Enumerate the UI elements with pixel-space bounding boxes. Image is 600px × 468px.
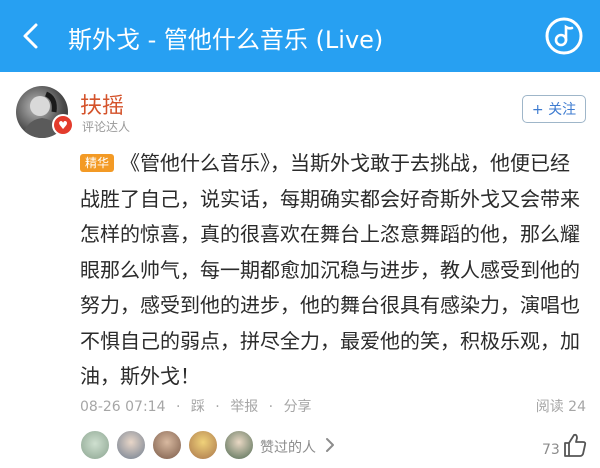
separator: · xyxy=(215,399,220,415)
comment-meta: 08-26 07:14 · 踩 · 举报 · 分享 xyxy=(80,396,318,416)
liker-avatar[interactable] xyxy=(188,430,218,460)
featured-tag: 精华 xyxy=(80,154,115,172)
comment-body: 精华 《管他什么音乐》，当斯外戈敢于去挑战，他便已经战胜了自己，说实话，每期确实都… xyxy=(80,146,586,395)
dislike-button[interactable]: 踩 xyxy=(191,399,205,415)
liker-avatar[interactable] xyxy=(80,430,110,460)
like-count: 73 xyxy=(542,442,560,458)
liker-avatar[interactable] xyxy=(116,430,146,460)
read-count: 阅读 24 xyxy=(535,399,586,415)
thumbs-up-icon[interactable] xyxy=(562,432,588,458)
liker-avatar[interactable] xyxy=(152,430,182,460)
chevron-right-icon[interactable] xyxy=(323,436,337,454)
user-role-badge: 评论达人 xyxy=(82,120,131,134)
liked-by-label[interactable]: 赞过的人 xyxy=(260,437,316,457)
comment-text: 《管他什么音乐》，当斯外戈敢于去挑战，他便已经战胜了自己，说实话，每期确实都会好… xyxy=(80,151,580,388)
page-title: 斯外戈 - 管他什么音乐 (Live) xyxy=(68,26,384,54)
liker-avatar[interactable] xyxy=(224,430,254,460)
music-disc-icon[interactable] xyxy=(544,16,584,56)
share-button[interactable]: 分享 xyxy=(284,399,312,415)
timestamp: 08-26 07:14 xyxy=(80,399,166,415)
top-bar: 斯外戈 - 管他什么音乐 (Live) xyxy=(0,0,600,72)
separator: · xyxy=(268,399,274,415)
follow-label: + 关注 xyxy=(531,102,577,118)
heart-badge-icon: ♥ xyxy=(52,114,74,136)
report-button[interactable]: 举报 xyxy=(230,399,258,415)
username[interactable]: 扶摇 xyxy=(80,88,124,120)
follow-button[interactable]: + 关注 xyxy=(522,95,586,123)
back-arrow-icon[interactable] xyxy=(18,22,46,50)
separator: · xyxy=(175,399,181,415)
